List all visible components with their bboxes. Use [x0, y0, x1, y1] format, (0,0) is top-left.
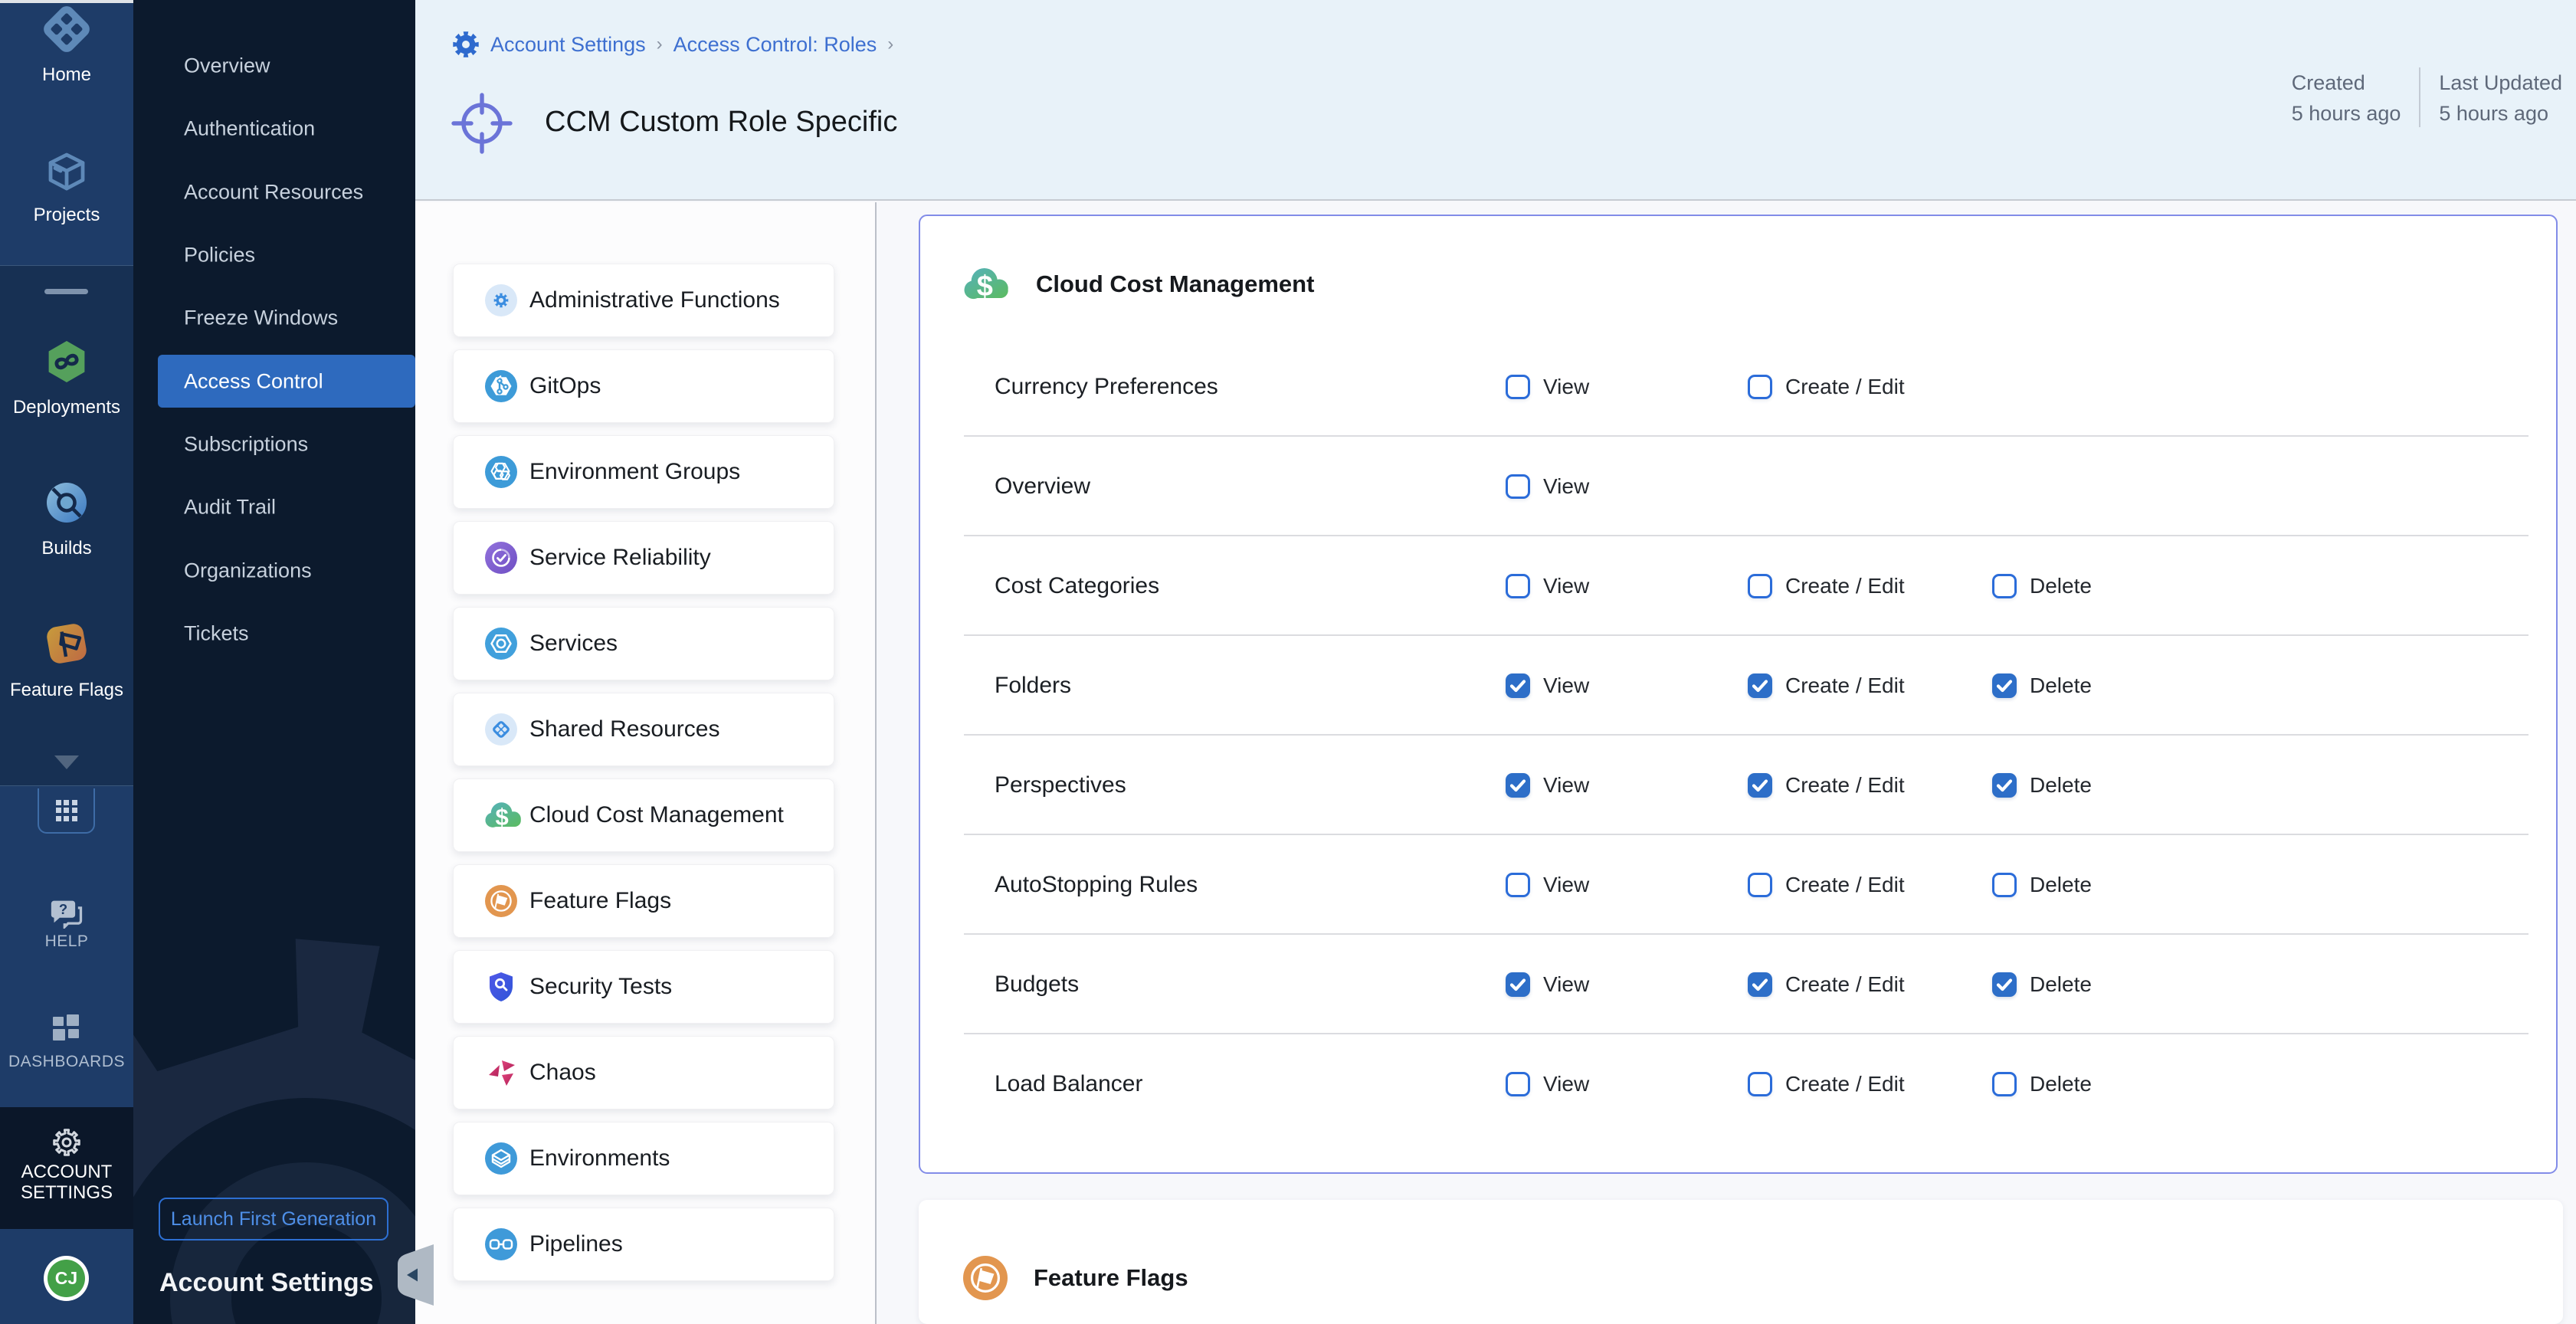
svg-text:$: $ [495, 804, 508, 829]
svg-text:$: $ [977, 270, 993, 300]
svg-text:?: ? [59, 901, 67, 917]
